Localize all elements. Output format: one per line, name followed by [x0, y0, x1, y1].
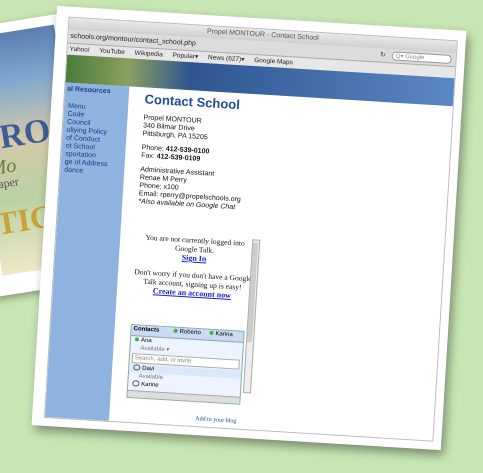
- bookmark-youtube[interactable]: YouTube: [99, 48, 125, 57]
- sidebar-header: al Resources: [66, 85, 111, 96]
- my-name: Ana: [140, 337, 152, 345]
- online-dot-icon: [209, 331, 214, 336]
- tab-contacts[interactable]: Contacts: [133, 326, 159, 334]
- search-input[interactable]: Q▾ Google: [391, 51, 452, 65]
- bookmark-wikipedia[interactable]: Wikipedia: [134, 50, 163, 59]
- chat-bubble-icon: [133, 364, 141, 372]
- online-dot-icon: [173, 329, 178, 334]
- tab-roberto[interactable]: Roberto: [173, 328, 202, 337]
- contacts-panel: Contacts Roberto Karina Ana Available ▾ …: [126, 323, 245, 405]
- bookmark-google-maps[interactable]: Google Maps: [254, 57, 293, 66]
- sidebar: al Resources Menu Code Council ullying P…: [45, 82, 130, 421]
- page-body: al Resources Menu Code Council ullying P…: [45, 54, 455, 441]
- online-dot-icon: [134, 337, 140, 342]
- tab-roberto-label: Roberto: [179, 328, 202, 337]
- reload-icon[interactable]: ↻: [380, 49, 387, 62]
- fax-number: 412-539-0109: [156, 153, 201, 163]
- bookmark-yahoo[interactable]: Yahoo!: [69, 46, 90, 54]
- bookmark-news[interactable]: News (627)▾: [208, 54, 245, 63]
- fax-label: Fax:: [140, 152, 156, 161]
- screenshot-card: Propel MONTOUR - Contact School schools.…: [31, 5, 467, 451]
- tab-karina[interactable]: Karina: [209, 331, 233, 338]
- contact-name: Karine: [141, 381, 159, 389]
- phone-label: Phone:: [141, 144, 165, 153]
- chat-bubble-icon: [132, 380, 140, 388]
- browser-window: Propel MONTOUR - Contact School schools.…: [44, 16, 458, 442]
- sign-in-link[interactable]: Sign In: [181, 253, 206, 263]
- main-content: Contact School Propel MONTOUR 340 Bilmar…: [125, 87, 453, 440]
- search-placeholder: Google: [404, 54, 425, 62]
- tab-karina-label: Karina: [215, 331, 233, 339]
- bookmark-popular[interactable]: Popular▾: [172, 52, 198, 61]
- contact-name: Davi: [142, 365, 155, 373]
- my-status-text: Available: [140, 345, 165, 354]
- google-talk-widget: You are not currently logged into Google…: [126, 232, 261, 414]
